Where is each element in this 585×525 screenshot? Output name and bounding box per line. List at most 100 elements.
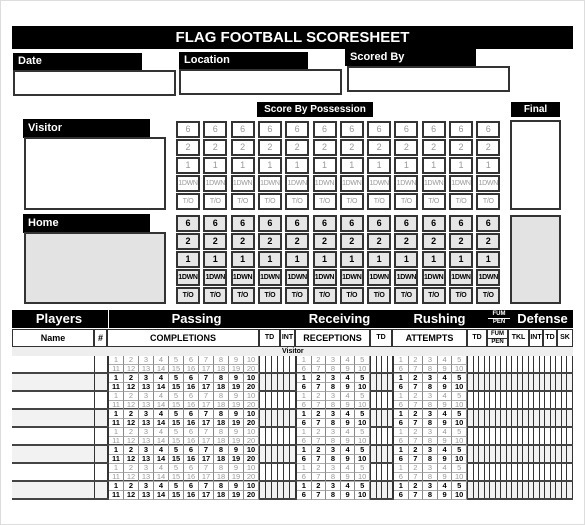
stat-tally-box[interactable] — [271, 410, 272, 426]
possession-cell[interactable]: T/O — [312, 193, 337, 210]
possession-cell[interactable]: 6 — [176, 215, 200, 232]
stat-tally-box[interactable] — [478, 374, 479, 390]
stat-tally-box[interactable] — [505, 410, 507, 426]
possession-cell[interactable]: 6 — [449, 121, 473, 138]
visitor-name-field[interactable] — [24, 137, 166, 210]
stat-tally-box[interactable] — [516, 464, 518, 480]
stat-tally-box[interactable] — [511, 392, 512, 408]
stat-tally-box[interactable] — [549, 482, 551, 498]
possession-cell[interactable]: 6 — [257, 215, 282, 232]
stat-tally-box[interactable] — [571, 428, 573, 444]
stat-tally-box[interactable] — [483, 374, 485, 390]
player-name-field[interactable] — [12, 446, 95, 462]
stat-tally-box[interactable] — [560, 410, 562, 426]
stat-tally-box[interactable] — [511, 374, 512, 390]
possession-cell[interactable]: T/O — [394, 287, 419, 304]
stat-tally-box[interactable] — [271, 428, 272, 444]
possession-cell[interactable]: T/O — [312, 287, 337, 304]
stat-tally-box[interactable] — [472, 464, 474, 480]
stat-tally-box[interactable] — [489, 428, 490, 444]
stat-tally-box[interactable] — [277, 428, 278, 444]
stat-tally-box[interactable] — [544, 464, 545, 480]
possession-cell[interactable]: 6 — [312, 215, 337, 232]
tally-box[interactable]: 20 — [244, 491, 259, 500]
possession-cell[interactable]: 2 — [449, 139, 473, 156]
stat-tally-box[interactable] — [555, 464, 556, 480]
stat-tally-box[interactable] — [555, 482, 556, 498]
stat-tally-box[interactable] — [522, 374, 523, 390]
stat-tally-box[interactable] — [478, 410, 479, 426]
possession-cell[interactable]: 2 — [312, 233, 337, 250]
stat-tally-box[interactable] — [271, 356, 272, 372]
stat-tally-box[interactable] — [505, 356, 507, 372]
stat-tally-box[interactable] — [522, 392, 523, 408]
stat-tally-box[interactable] — [555, 446, 556, 462]
possession-cell[interactable]: 1 — [339, 157, 364, 174]
possession-cell[interactable]: T/O — [176, 287, 200, 304]
possession-cell[interactable]: 1 — [394, 157, 419, 174]
possession-cell[interactable]: 2 — [285, 139, 310, 156]
tally-box[interactable]: 7 — [408, 491, 424, 500]
possession-cell[interactable]: 1 — [339, 251, 364, 268]
stat-tally-box[interactable] — [538, 356, 540, 372]
stat-tally-box[interactable] — [571, 482, 573, 498]
stat-tally-box[interactable] — [277, 410, 278, 426]
stat-tally-box[interactable] — [375, 374, 377, 390]
stat-tally-box[interactable] — [538, 428, 540, 444]
stat-tally-box[interactable] — [505, 428, 507, 444]
stat-tally-box[interactable] — [494, 428, 496, 444]
possession-cell[interactable]: 1 — [230, 157, 255, 174]
stat-tally-box[interactable] — [522, 410, 523, 426]
stat-tally-box[interactable] — [386, 446, 388, 462]
stat-tally-box[interactable] — [375, 410, 377, 426]
tally-box[interactable]: 13 — [139, 491, 154, 500]
stat-tally-box[interactable] — [478, 392, 479, 408]
stat-tally-box[interactable] — [527, 446, 529, 462]
stat-tally-box[interactable] — [500, 428, 501, 444]
possession-cell[interactable]: T/O — [176, 193, 200, 210]
stat-tally-box[interactable] — [500, 410, 501, 426]
stat-tally-box[interactable] — [467, 482, 468, 498]
stat-tally-box[interactable] — [538, 482, 540, 498]
stat-tally-box[interactable] — [544, 446, 545, 462]
stat-tally-box[interactable] — [370, 374, 371, 390]
stat-tally-box[interactable] — [549, 428, 551, 444]
possession-cell[interactable]: 1DWN — [421, 175, 446, 192]
possession-cell[interactable]: 1DWN — [203, 269, 228, 286]
possession-cell[interactable]: T/O — [449, 193, 473, 210]
stat-tally-box[interactable] — [533, 392, 534, 408]
possession-cell[interactable]: 6 — [285, 215, 310, 232]
stat-tally-box[interactable] — [483, 392, 485, 408]
tally-box[interactable]: 11 — [109, 491, 124, 500]
stat-tally-box[interactable] — [259, 392, 260, 408]
stat-tally-box[interactable] — [566, 356, 567, 372]
stat-tally-box[interactable] — [560, 464, 562, 480]
possession-cell[interactable]: T/O — [449, 287, 473, 304]
tally-box[interactable]: 6 — [297, 491, 312, 500]
possession-cell[interactable]: 6 — [476, 121, 501, 138]
stat-tally-box[interactable] — [381, 356, 382, 372]
possession-cell[interactable]: 1 — [285, 157, 310, 174]
stat-tally-box[interactable] — [289, 446, 290, 462]
stat-tally-box[interactable] — [571, 356, 573, 372]
stat-tally-box[interactable] — [289, 392, 290, 408]
stat-tally-box[interactable] — [566, 446, 567, 462]
possession-cell[interactable]: 2 — [203, 233, 228, 250]
possession-cell[interactable]: 1DWN — [367, 175, 392, 192]
stat-tally-box[interactable] — [370, 410, 371, 426]
stat-tally-box[interactable] — [259, 464, 260, 480]
stat-tally-box[interactable] — [483, 446, 485, 462]
possession-cell[interactable]: 1 — [203, 157, 228, 174]
stat-tally-box[interactable] — [505, 482, 507, 498]
stat-tally-box[interactable] — [500, 482, 501, 498]
stat-tally-box[interactable] — [277, 392, 278, 408]
stat-tally-box[interactable] — [500, 374, 501, 390]
possession-cell[interactable]: T/O — [339, 287, 364, 304]
tally-box[interactable]: 15 — [169, 491, 184, 500]
possession-cell[interactable]: 2 — [476, 233, 501, 250]
stat-tally-box[interactable] — [571, 392, 573, 408]
stat-tally-box[interactable] — [549, 392, 551, 408]
possession-cell[interactable]: 1DWN — [421, 269, 446, 286]
stat-tally-box[interactable] — [467, 374, 468, 390]
stat-tally-box[interactable] — [489, 374, 490, 390]
